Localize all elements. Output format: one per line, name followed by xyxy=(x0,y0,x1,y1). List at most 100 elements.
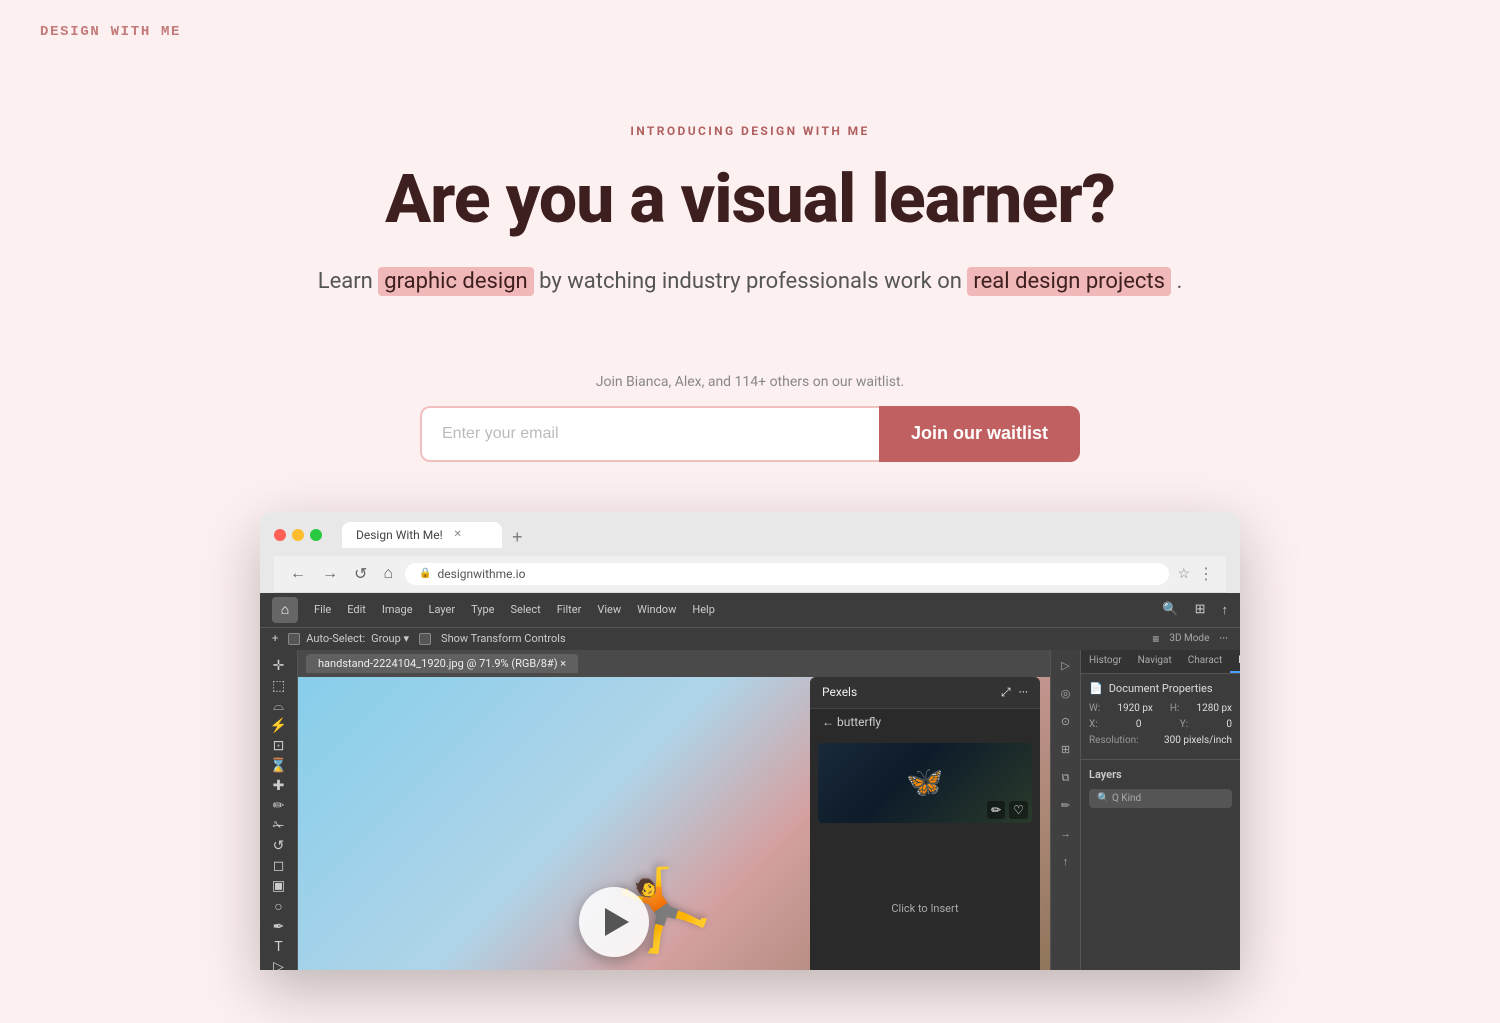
traffic-light-minimize[interactable] xyxy=(292,529,304,541)
bookmark-icon[interactable]: ☆ xyxy=(1177,566,1190,582)
pexels-title: Pexels xyxy=(822,685,857,699)
ps-tool-crop[interactable]: ⊡ xyxy=(266,738,292,754)
transform-controls-label: Show Transform Controls xyxy=(441,632,566,645)
ps-doc-icon: 📄 xyxy=(1089,682,1103,695)
ps-tab-histograms[interactable]: Histogr xyxy=(1081,650,1130,673)
ps-tool-eraser[interactable]: ◻ xyxy=(266,858,292,874)
ps-menu-layer[interactable]: Layer xyxy=(429,603,456,616)
ps-properties-content: 📄 Document Properties W: 1920 px H: 1280… xyxy=(1081,674,1240,759)
ps-prop-y-value: 0 xyxy=(1226,719,1232,730)
ps-prop-width-row: W: 1920 px H: 1280 px xyxy=(1089,703,1232,714)
ps-document-tab[interactable]: handstand-2224104_1920.jpg @ 71.9% (RGB/… xyxy=(306,654,578,673)
ps-left-panel: ✛ ⬚ ⌓ ⚡ ⊡ ⌛ ✚ ✏ ✁ ↺ ◻ ▣ ○ ✒ T ▷ ⬡ xyxy=(260,650,298,970)
ps-tool-add-icon[interactable]: + xyxy=(272,632,278,645)
ps-layers-search[interactable]: 🔍 Q Kind xyxy=(1089,789,1232,808)
ps-adjust-share-icon[interactable]: ↑ xyxy=(1056,852,1076,872)
home-button[interactable]: ⌂ xyxy=(379,563,397,585)
ps-tool-lasso[interactable]: ⌓ xyxy=(266,698,292,714)
ps-doc-props-label: Document Properties xyxy=(1109,682,1213,695)
ps-adjust-brush-icon[interactable]: ✏ xyxy=(1056,796,1076,816)
ps-adjust-grid-icon[interactable]: ⊞ xyxy=(1056,740,1076,760)
ps-menu-file[interactable]: File xyxy=(314,603,331,616)
pexels-like-icon[interactable]: ♡ xyxy=(1009,801,1028,819)
auto-select-group[interactable]: Group ▾ xyxy=(371,632,409,645)
transform-controls-checkbox[interactable] xyxy=(419,633,431,645)
ps-tab-navigator[interactable]: Navigat xyxy=(1130,650,1180,673)
ps-tool-magic-wand[interactable]: ⚡ xyxy=(266,718,292,734)
ps-tool-gradient[interactable]: ▣ xyxy=(266,878,292,894)
menu-dots-icon[interactable]: ⋮ xyxy=(1198,564,1214,583)
ps-menu-filter[interactable]: Filter xyxy=(557,603,582,616)
ps-menu-type[interactable]: Type xyxy=(471,603,494,616)
play-button[interactable] xyxy=(579,887,649,957)
ps-prop-resolution-row: Resolution: 300 pixels/inch xyxy=(1089,735,1232,746)
pexels-popup: Pexels ⤢ ··· ← butterfly xyxy=(810,677,1040,970)
ps-tab-bar: handstand-2224104_1920.jpg @ 71.9% (RGB/… xyxy=(298,650,1050,677)
ps-menu-help[interactable]: Help xyxy=(692,603,715,616)
subheadline-before: Learn xyxy=(318,269,379,294)
pexels-more-icon[interactable]: ··· xyxy=(1019,685,1028,699)
auto-select-checkbox[interactable] xyxy=(288,633,300,645)
ps-layers-search-icon: 🔍 xyxy=(1097,793,1109,804)
traffic-light-fullscreen[interactable] xyxy=(310,529,322,541)
ps-home-button[interactable]: ⌂ xyxy=(272,597,298,623)
browser-tab-active[interactable]: Design With Me! ✕ xyxy=(342,522,502,548)
photoshop-container: ⌂ File Edit Image Layer Type Select Filt… xyxy=(260,593,1240,970)
ps-tool-brush[interactable]: ✏ xyxy=(266,798,292,814)
ps-prop-y-label: Y: xyxy=(1180,719,1188,730)
ps-tool-heal[interactable]: ✚ xyxy=(266,778,292,794)
ps-menu-image[interactable]: Image xyxy=(382,603,413,616)
ps-adjust-arrow-icon[interactable]: → xyxy=(1056,824,1076,844)
address-bar[interactable]: 🔒 designwithme.io xyxy=(405,563,1169,585)
join-waitlist-button[interactable]: Join our waitlist xyxy=(879,406,1080,462)
forward-button[interactable]: → xyxy=(318,563,342,585)
ps-tab-properties[interactable]: Properties xyxy=(1230,650,1240,673)
browser-tab-close-icon[interactable]: ✕ xyxy=(451,528,465,542)
subheadline-after: . xyxy=(1176,269,1182,294)
ps-tool-dodge[interactable]: ○ xyxy=(266,898,292,915)
ps-prop-resolution-value: 300 pixels/inch xyxy=(1164,735,1232,746)
ps-search-icon[interactable]: 🔍 xyxy=(1162,602,1178,617)
ps-tab-character[interactable]: Charact xyxy=(1180,650,1231,673)
ps-prop-xy-row: X: 0 Y: 0 xyxy=(1089,719,1232,730)
ps-menu-select[interactable]: Select xyxy=(510,603,540,616)
waitlist-form: Join our waitlist xyxy=(420,406,1080,462)
header: DESIGN WITH ME xyxy=(0,0,1500,64)
ps-tool-pen[interactable]: ✒ xyxy=(266,919,292,935)
ps-tool-path[interactable]: ▷ xyxy=(266,959,292,970)
ps-more-icon[interactable]: ··· xyxy=(1219,632,1228,645)
ps-adjust-layers-icon[interactable]: ⧉ xyxy=(1056,768,1076,788)
ps-menu-edit[interactable]: Edit xyxy=(347,603,366,616)
ps-right-panel: Histogr Navigat Charact Properties 📄 Doc… xyxy=(1080,650,1240,970)
pexels-thumb-1[interactable]: 🦋 ✏ ♡ xyxy=(818,743,1032,823)
refresh-button[interactable]: ↺ xyxy=(350,562,371,586)
pexels-expand-icon[interactable]: ⤢ xyxy=(1001,685,1011,700)
ps-menu-window[interactable]: Window xyxy=(637,603,676,616)
ps-prop-width-value: 1920 px xyxy=(1117,703,1152,714)
browser-mockup: Design With Me! ✕ + ← → ↺ ⌂ 🔒 designwith… xyxy=(260,512,1240,970)
ps-menu-view[interactable]: View xyxy=(597,603,621,616)
traffic-light-close[interactable] xyxy=(274,529,286,541)
waitlist-section: Join Bianca, Alex, and 114+ others on ou… xyxy=(0,374,1500,462)
ps-adjust-play-icon[interactable]: ▷ xyxy=(1056,656,1076,676)
ps-tool-select[interactable]: ⬚ xyxy=(266,678,292,694)
email-input[interactable] xyxy=(420,406,879,462)
ps-tool-move[interactable]: ✛ xyxy=(266,658,292,674)
ps-tool-eyedropper[interactable]: ⌛ xyxy=(266,758,292,774)
ps-arrange-icon[interactable]: ⊞ xyxy=(1195,602,1206,617)
back-button[interactable]: ← xyxy=(286,563,310,585)
pexels-click-to-insert[interactable]: Click to Insert xyxy=(818,894,1032,924)
ps-share-icon[interactable]: ↑ xyxy=(1222,602,1229,618)
ps-tool-text[interactable]: T xyxy=(266,939,292,955)
ps-align-icon[interactable]: ≡ xyxy=(1152,632,1159,646)
ps-adjust-eye-icon[interactable]: ◎ xyxy=(1056,684,1076,704)
ps-tool-history[interactable]: ↺ xyxy=(266,838,292,854)
pexels-edit-icon[interactable]: ✏ xyxy=(987,801,1005,819)
ps-prop-resolution-label: Resolution: xyxy=(1089,735,1139,746)
tab-bar: Design With Me! ✕ + xyxy=(342,522,1226,548)
ps-adjust-clock-icon[interactable]: ⊙ xyxy=(1056,712,1076,732)
browser-mockup-wrapper: Design With Me! ✕ + ← → ↺ ⌂ 🔒 designwith… xyxy=(0,512,1500,970)
pexels-back-button[interactable]: ← butterfly xyxy=(822,715,881,729)
ps-tool-stamp[interactable]: ✁ xyxy=(266,818,292,834)
new-tab-button[interactable]: + xyxy=(504,527,531,548)
